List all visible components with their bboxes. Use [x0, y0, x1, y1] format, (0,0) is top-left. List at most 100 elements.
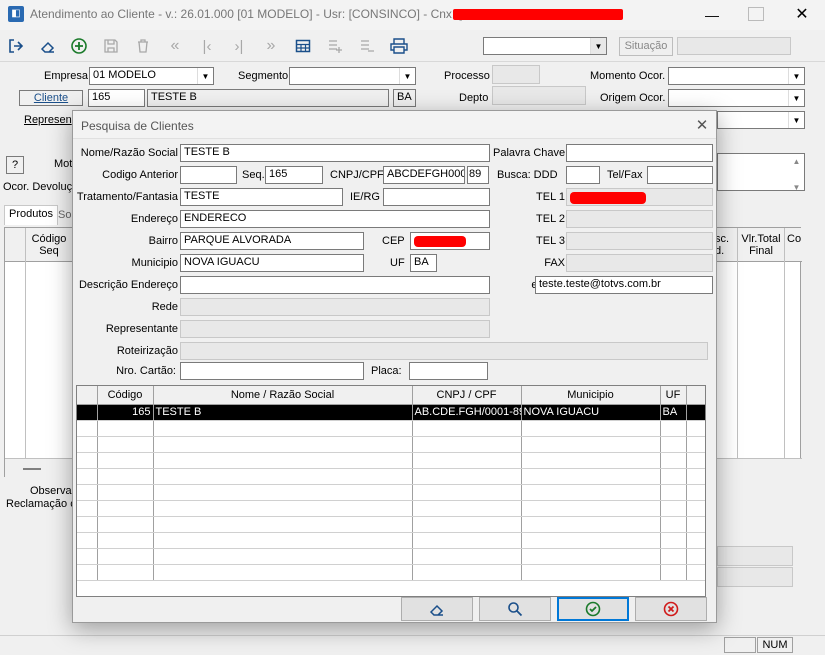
origem-combo[interactable]: ▼: [668, 89, 805, 107]
empty-cell: [521, 500, 661, 517]
print-icon[interactable]: [386, 35, 412, 57]
empty-cell: [97, 532, 154, 549]
tel-fax-input[interactable]: [647, 166, 713, 184]
grid-header-nome[interactable]: Nome / Razão Social: [153, 386, 413, 405]
previous-icon[interactable]: |‹: [194, 35, 220, 57]
search-button[interactable]: [479, 597, 551, 621]
grid-header-municipio[interactable]: Municipio: [521, 386, 661, 405]
delete-icon[interactable]: [130, 35, 156, 57]
empty-cell: [521, 420, 661, 437]
grid-header-uf[interactable]: UF: [660, 386, 687, 405]
pesquisa-clientes-dialog: Pesquisa de Clientes ✕ Nome/Razão Social…: [72, 110, 717, 623]
uf-input[interactable]: BA: [410, 254, 437, 272]
seq-label: Seq.: [242, 169, 265, 181]
table-row[interactable]: 165 TESTE B AB.CDE.FGH/0001-89 NOVA IGUA…: [77, 404, 705, 421]
cancel-button[interactable]: [635, 597, 707, 621]
maximize-icon[interactable]: [748, 7, 764, 21]
codigo-ant-input[interactable]: [180, 166, 237, 184]
help-button[interactable]: ?: [6, 156, 24, 174]
tel3-label: TEL 3: [536, 235, 565, 247]
empty-cell: [97, 548, 154, 565]
close-icon[interactable]: ✕: [792, 4, 812, 24]
cliente-code[interactable]: 165: [88, 89, 145, 107]
momento-combo[interactable]: ▼: [668, 67, 805, 85]
chevron-down-icon: ▼: [788, 90, 804, 106]
nome-label: Nome/Razão Social: [80, 147, 178, 159]
last-icon[interactable]: »: [258, 35, 284, 57]
empresa-combo[interactable]: 01 MODELO ▼: [89, 67, 214, 85]
cliente-name: TESTE B: [147, 89, 389, 107]
grid-icon[interactable]: [290, 35, 316, 57]
segmento-combo[interactable]: ▼: [289, 67, 416, 85]
mot-label: Mot: [54, 158, 73, 170]
empty-cell: [77, 452, 98, 469]
observa-label: Observa: [30, 485, 72, 497]
bairro-input[interactable]: PARQUE ALVORADA: [180, 232, 364, 250]
empty-cell: [521, 452, 661, 469]
remove-row-icon[interactable]: [354, 35, 380, 57]
ddd-input[interactable]: [566, 166, 600, 184]
toolbar-combo[interactable]: ▼: [483, 37, 607, 55]
first-icon[interactable]: «: [162, 35, 188, 57]
empty-cell: [660, 532, 687, 549]
placa-input[interactable]: [409, 362, 488, 380]
grid-header-filler: [686, 386, 705, 405]
confirm-button[interactable]: [557, 597, 629, 621]
municipio-input[interactable]: NOVA IGUACU: [180, 254, 364, 272]
redacted-tel1: [570, 192, 646, 204]
empty-cell: [686, 436, 705, 453]
segmento-label: Segmento: [238, 70, 289, 82]
cliente-button[interactable]: Cliente: [19, 90, 83, 106]
tab-so[interactable]: So: [58, 209, 71, 221]
tab-produtos[interactable]: Produtos: [4, 205, 59, 225]
eraser-icon[interactable]: [35, 35, 61, 57]
exit-icon[interactable]: [3, 35, 29, 57]
empty-cell: [660, 564, 687, 581]
save-icon[interactable]: [98, 35, 124, 57]
desc-end-input[interactable]: [180, 276, 490, 294]
empty-cell: [77, 516, 98, 533]
empty-cell: [153, 532, 413, 549]
empty-cell: [412, 500, 522, 517]
roteirizacao-label: Roteirização: [116, 345, 178, 357]
empty-cell: [660, 548, 687, 565]
cnpj-input[interactable]: ABCDEFGH000: [383, 166, 465, 184]
scroll-down-icon[interactable]: ▼: [789, 180, 804, 195]
seq-input[interactable]: 165: [265, 166, 323, 184]
clear-button[interactable]: [401, 597, 473, 621]
tratamento-input[interactable]: TESTE: [180, 188, 343, 206]
empty-row: [77, 532, 705, 549]
empty-cell: [153, 484, 413, 501]
endereco-input[interactable]: ENDERECO: [180, 210, 490, 228]
busca-ddd-label: Busca: DDD: [497, 169, 558, 181]
situacao-field: [677, 37, 791, 55]
email-input[interactable]: teste.teste@totvs.com.br: [535, 276, 713, 294]
represen-combo-right[interactable]: ▼: [717, 111, 805, 129]
cnpj-digit-input[interactable]: 89: [467, 166, 489, 184]
empty-cell: [660, 452, 687, 469]
ie-rg-input[interactable]: [383, 188, 490, 206]
situacao-button[interactable]: Situação: [619, 37, 673, 56]
grid-splitter[interactable]: [23, 468, 41, 470]
nome-input[interactable]: TESTE B: [180, 144, 490, 162]
empty-cell: [686, 420, 705, 437]
tel2-label: TEL 2: [536, 213, 565, 225]
minimize-icon[interactable]: —: [702, 7, 722, 23]
next-icon[interactable]: ›|: [226, 35, 252, 57]
scroll-up-icon[interactable]: ▲: [789, 154, 804, 169]
grid-header-cnpj[interactable]: CNPJ / CPF: [412, 386, 522, 405]
ie-rg-label: IE/RG: [350, 191, 380, 203]
palavra-input[interactable]: [566, 144, 713, 162]
cell-uf: BA: [660, 404, 687, 421]
results-grid[interactable]: Código Nome / Razão Social CNPJ / CPF Mu…: [76, 385, 706, 597]
dialog-close-icon[interactable]: ✕: [693, 116, 711, 134]
empty-cell: [412, 564, 522, 581]
grid-header-codigo[interactable]: Código: [97, 386, 154, 405]
empty-cell: [77, 532, 98, 549]
nro-cartao-input[interactable]: [180, 362, 364, 380]
chevron-down-icon: ▼: [788, 68, 804, 84]
empty-cell: [521, 548, 661, 565]
insert-row-icon[interactable]: [322, 35, 348, 57]
fax-label: FAX: [544, 257, 565, 269]
add-icon[interactable]: [66, 35, 92, 57]
